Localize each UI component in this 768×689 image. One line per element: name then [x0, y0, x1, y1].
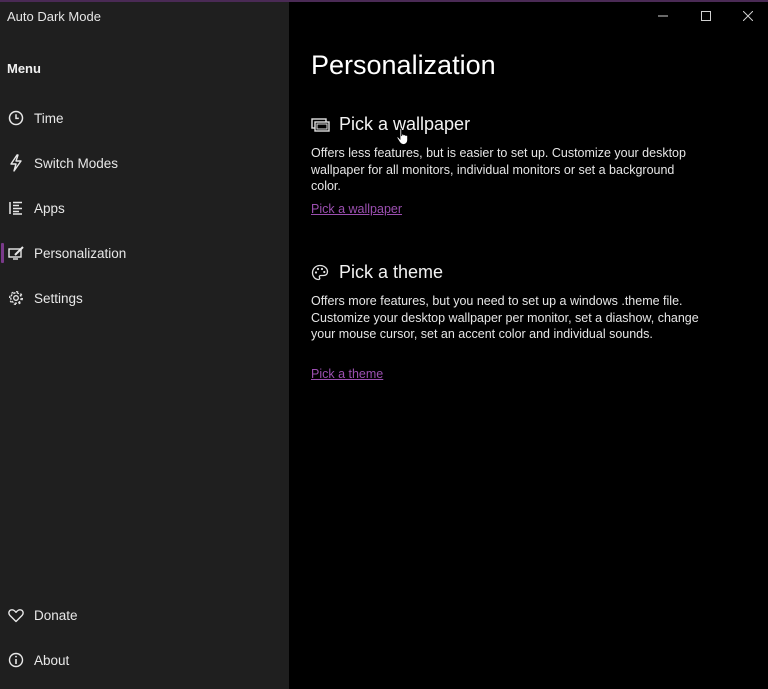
sidebar-item-label: Personalization	[34, 245, 127, 261]
clock-icon	[7, 109, 25, 127]
maximize-icon	[701, 8, 711, 26]
sidebar-item-label: Switch Modes	[34, 155, 119, 171]
maximize-button[interactable]	[691, 6, 721, 28]
mouse-cursor-icon	[396, 128, 410, 146]
wallpaper-section-header: Pick a wallpaper	[311, 114, 470, 135]
pick-wallpaper-link[interactable]: Pick a wallpaper	[311, 202, 402, 216]
theme-section-header: Pick a theme	[311, 262, 443, 283]
list-icon	[7, 199, 25, 217]
minimize-button[interactable]	[648, 6, 678, 28]
page-title: Personalization	[311, 50, 496, 80]
lightning-icon	[7, 154, 25, 172]
selected-indicator	[1, 243, 4, 263]
sidebar: Auto Dark Mode Menu Time Switch Modes Ap…	[0, 2, 289, 689]
close-button[interactable]	[733, 6, 763, 28]
sidebar-item-label: Donate	[34, 607, 78, 623]
sidebar-item-switch-modes[interactable]: Switch Modes	[0, 143, 289, 183]
gear-icon	[7, 289, 25, 307]
close-icon	[742, 8, 754, 26]
palette-icon	[311, 264, 331, 282]
wallpaper-description: Offers less features, but is easier to s…	[311, 146, 686, 194]
personalize-icon	[7, 244, 25, 262]
menu-label: Menu	[7, 61, 41, 76]
section-title: Pick a theme	[339, 262, 444, 282]
sidebar-item-settings[interactable]: Settings	[0, 278, 289, 318]
pick-theme-link[interactable]: Pick a theme	[311, 367, 383, 381]
sidebar-item-apps[interactable]: Apps	[0, 188, 289, 228]
minimize-icon	[658, 8, 668, 26]
sidebar-item-label: Apps	[34, 200, 65, 216]
sidebar-item-personalization[interactable]: Personalization	[0, 233, 289, 273]
sidebar-item-label: Settings	[34, 290, 83, 306]
heart-icon	[7, 606, 25, 624]
sidebar-item-time[interactable]: Time	[0, 98, 289, 138]
app-title: Auto Dark Mode	[7, 9, 101, 24]
wallpaper-icon	[311, 116, 331, 134]
info-icon	[7, 651, 25, 669]
sidebar-item-label: Time	[34, 110, 64, 126]
content-pane: Personalization Pick a wallpaper Offers …	[289, 2, 768, 689]
sidebar-item-label: About	[34, 652, 70, 668]
sidebar-item-donate[interactable]: Donate	[0, 595, 289, 635]
sidebar-item-about[interactable]: About	[0, 640, 289, 680]
theme-description: Offers more features, but you need to se…	[311, 294, 699, 342]
